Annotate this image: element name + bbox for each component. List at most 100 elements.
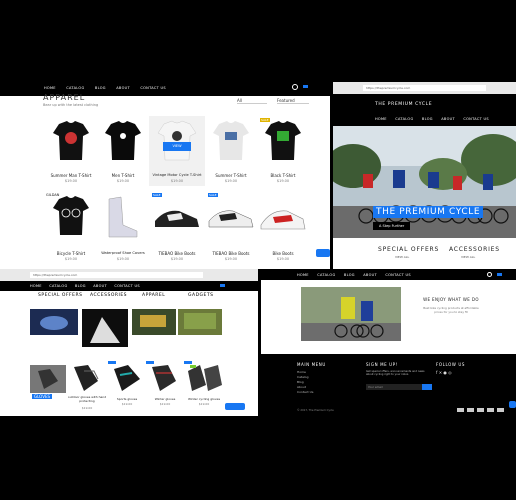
product-name[interactable]: Vintage Motor Cycle T-Shirt bbox=[149, 173, 205, 177]
collections-nav-links: HOME CATALOG BLOG ABOUT CONTACT US bbox=[30, 284, 149, 288]
product-name[interactable]: Summer T-Shirt bbox=[205, 173, 257, 178]
sort-select[interactable]: Featured bbox=[277, 98, 309, 104]
nav-home[interactable]: HOME bbox=[375, 117, 387, 121]
nav-blog[interactable]: BLOG bbox=[95, 86, 106, 90]
nav-catalog[interactable]: CATALOG bbox=[49, 284, 67, 288]
nav-about[interactable]: ABOUT bbox=[363, 273, 377, 277]
nav-about[interactable]: ABOUT bbox=[441, 117, 455, 121]
nav-catalog[interactable]: CATALOG bbox=[395, 117, 413, 121]
hero-screenshot: https://thepremiumcycle.com THE PREMIUM … bbox=[333, 82, 516, 270]
special-offers-link[interactable]: VIEW ALL bbox=[395, 255, 409, 259]
hero-title: THE PREMIUM CYCLE bbox=[373, 206, 484, 218]
product-price: $19.00 bbox=[159, 402, 171, 406]
product-card[interactable]: GLOVES bbox=[30, 365, 66, 405]
product-card-hovered[interactable]: VIEW Vintage Motor Cycle T-Shirt $19.00 bbox=[149, 116, 205, 186]
product-name[interactable]: TIEBAO Bike Boots bbox=[149, 251, 205, 256]
product-name[interactable]: outdoor gloves with hand protecting bbox=[64, 395, 110, 403]
chat-button[interactable] bbox=[316, 249, 330, 257]
product-name[interactable]: Winter cycling gloves bbox=[184, 397, 224, 401]
product-name[interactable]: Black T-Shirt bbox=[257, 173, 309, 178]
nav-about[interactable]: ABOUT bbox=[116, 86, 130, 90]
filter-select[interactable]: All bbox=[237, 98, 267, 104]
category-apparel[interactable]: APPAREL bbox=[142, 293, 165, 298]
product-name[interactable]: Waterproof Shoe Covers bbox=[97, 251, 149, 255]
product-card[interactable]: Winter gloves $19.00 bbox=[146, 361, 184, 411]
bike-boots-image bbox=[208, 210, 254, 228]
nav-contact[interactable]: CONTACT US bbox=[385, 273, 411, 277]
nav-catalog[interactable]: CATALOG bbox=[66, 86, 84, 90]
product-name[interactable]: Winter gloves bbox=[146, 397, 184, 401]
product-card[interactable]: Winter cycling gloves $19.00 bbox=[184, 361, 224, 411]
bike-boots-image bbox=[260, 210, 306, 230]
nav-home[interactable]: HOME bbox=[30, 284, 42, 288]
product-card[interactable]: Men T-Shirt $19.00 bbox=[97, 116, 149, 186]
nav-contact[interactable]: CONTACT US bbox=[114, 284, 140, 288]
twitter-icon[interactable]: ✕ bbox=[439, 370, 442, 375]
product-card[interactable]: Sports gloves $19.00 bbox=[108, 361, 146, 411]
nav-blog[interactable]: BLOG bbox=[422, 117, 433, 121]
search-icon[interactable] bbox=[292, 84, 298, 90]
category-accessories[interactable]: ACCESSORIES bbox=[90, 293, 127, 298]
about-nav-links: HOME CATALOG BLOG ABOUT CONTACT US bbox=[297, 273, 420, 277]
nav-blog[interactable]: BLOG bbox=[75, 284, 86, 288]
cart-icon[interactable] bbox=[497, 273, 502, 276]
gloves-image bbox=[74, 365, 99, 391]
cart-icon[interactable] bbox=[303, 85, 308, 88]
chat-button[interactable] bbox=[225, 403, 245, 410]
product-card[interactable]: GILDAN Bicycle T-Shirt $19.00 bbox=[45, 191, 97, 269]
product-price: $19.00 bbox=[276, 179, 290, 183]
address-bar[interactable]: https://thepremiumcycle.com bbox=[30, 272, 203, 278]
accessories-link[interactable]: VIEW ALL bbox=[461, 255, 475, 259]
product-card[interactable]: SALE Black T-Shirt $19.00 bbox=[257, 116, 309, 186]
shoe-covers-image bbox=[108, 196, 138, 238]
product-name[interactable]: Summer Man T-Shirt bbox=[45, 173, 97, 178]
product-name[interactable]: TIEBAO Bike Boots bbox=[205, 251, 257, 256]
pinterest-icon[interactable]: ● bbox=[443, 370, 447, 375]
product-card[interactable]: Summer T-Shirt $19.00 bbox=[205, 116, 257, 186]
tshirt-image bbox=[265, 121, 301, 160]
product-card[interactable]: SALE TIEBAO Bike Boots $19.00 bbox=[205, 191, 257, 269]
nav-home[interactable]: HOME bbox=[297, 273, 309, 277]
footer-menu: Home Catalog Blog About Contact Us bbox=[297, 370, 313, 395]
nav-catalog[interactable]: CATALOG bbox=[317, 273, 335, 277]
category-special-offers[interactable]: SPECIAL OFFERS bbox=[38, 293, 82, 298]
signup-text: Get special offers, announcements and ne… bbox=[366, 370, 425, 377]
brand-logo[interactable]: THE PREMIUM CYCLE bbox=[375, 102, 432, 107]
hero-cta-button[interactable]: A Step Further bbox=[373, 222, 411, 230]
product-card[interactable]: SALE TIEBAO Bike Boots $19.00 bbox=[149, 191, 205, 269]
apparel-screenshot: HOME CATALOG BLOG ABOUT CONTACT US APPAR… bbox=[0, 79, 330, 269]
address-bar[interactable]: https://thepremiumcycle.com bbox=[363, 85, 486, 91]
tshirt-image bbox=[53, 121, 89, 160]
product-card[interactable]: outdoor gloves with hand protecting $19.… bbox=[68, 361, 106, 411]
subscribe-button[interactable] bbox=[422, 384, 432, 390]
product-name[interactable]: Sports gloves bbox=[108, 397, 146, 401]
instagram-icon[interactable]: ◎ bbox=[448, 370, 452, 375]
enjoy-text: Best bike cycling products at affordable… bbox=[423, 306, 479, 314]
nav-blog[interactable]: BLOG bbox=[344, 273, 355, 277]
product-name[interactable]: Bike Boots bbox=[257, 251, 309, 256]
nav-contact[interactable]: CONTACT US bbox=[140, 86, 166, 90]
nav-contact[interactable]: CONTACT US bbox=[463, 117, 489, 121]
chat-button[interactable] bbox=[509, 401, 516, 408]
cart-icon[interactable] bbox=[220, 284, 225, 287]
nav-about[interactable]: ABOUT bbox=[93, 284, 107, 288]
search-icon[interactable] bbox=[487, 272, 492, 277]
sale-badge: SALE bbox=[152, 193, 162, 197]
product-price: $19.00 bbox=[64, 257, 78, 261]
facebook-icon[interactable]: f bbox=[436, 370, 437, 375]
product-price: $19.00 bbox=[276, 257, 290, 261]
product-card[interactable]: Waterproof Shoe Covers $19.00 bbox=[97, 191, 149, 269]
view-button[interactable]: VIEW bbox=[163, 142, 191, 151]
payment-card-icon bbox=[487, 408, 494, 412]
product-card[interactable]: Bike Boots $19.00 bbox=[257, 191, 309, 269]
footer-link-contact[interactable]: Contact Us bbox=[297, 390, 313, 395]
category-images bbox=[30, 309, 222, 347]
page-subtitle: Bear up with the latest clothing bbox=[43, 103, 99, 107]
product-card[interactable]: Summer Man T-Shirt $19.00 bbox=[45, 116, 97, 186]
nav-home[interactable]: HOME bbox=[44, 86, 56, 90]
product-name[interactable]: Bicycle T-Shirt bbox=[45, 251, 97, 256]
email-field[interactable]: Your email bbox=[366, 384, 422, 390]
product-price: $19.00 bbox=[198, 402, 210, 406]
product-name[interactable]: Men T-Shirt bbox=[97, 173, 149, 178]
category-gadgets[interactable]: GADGETS bbox=[188, 293, 213, 298]
